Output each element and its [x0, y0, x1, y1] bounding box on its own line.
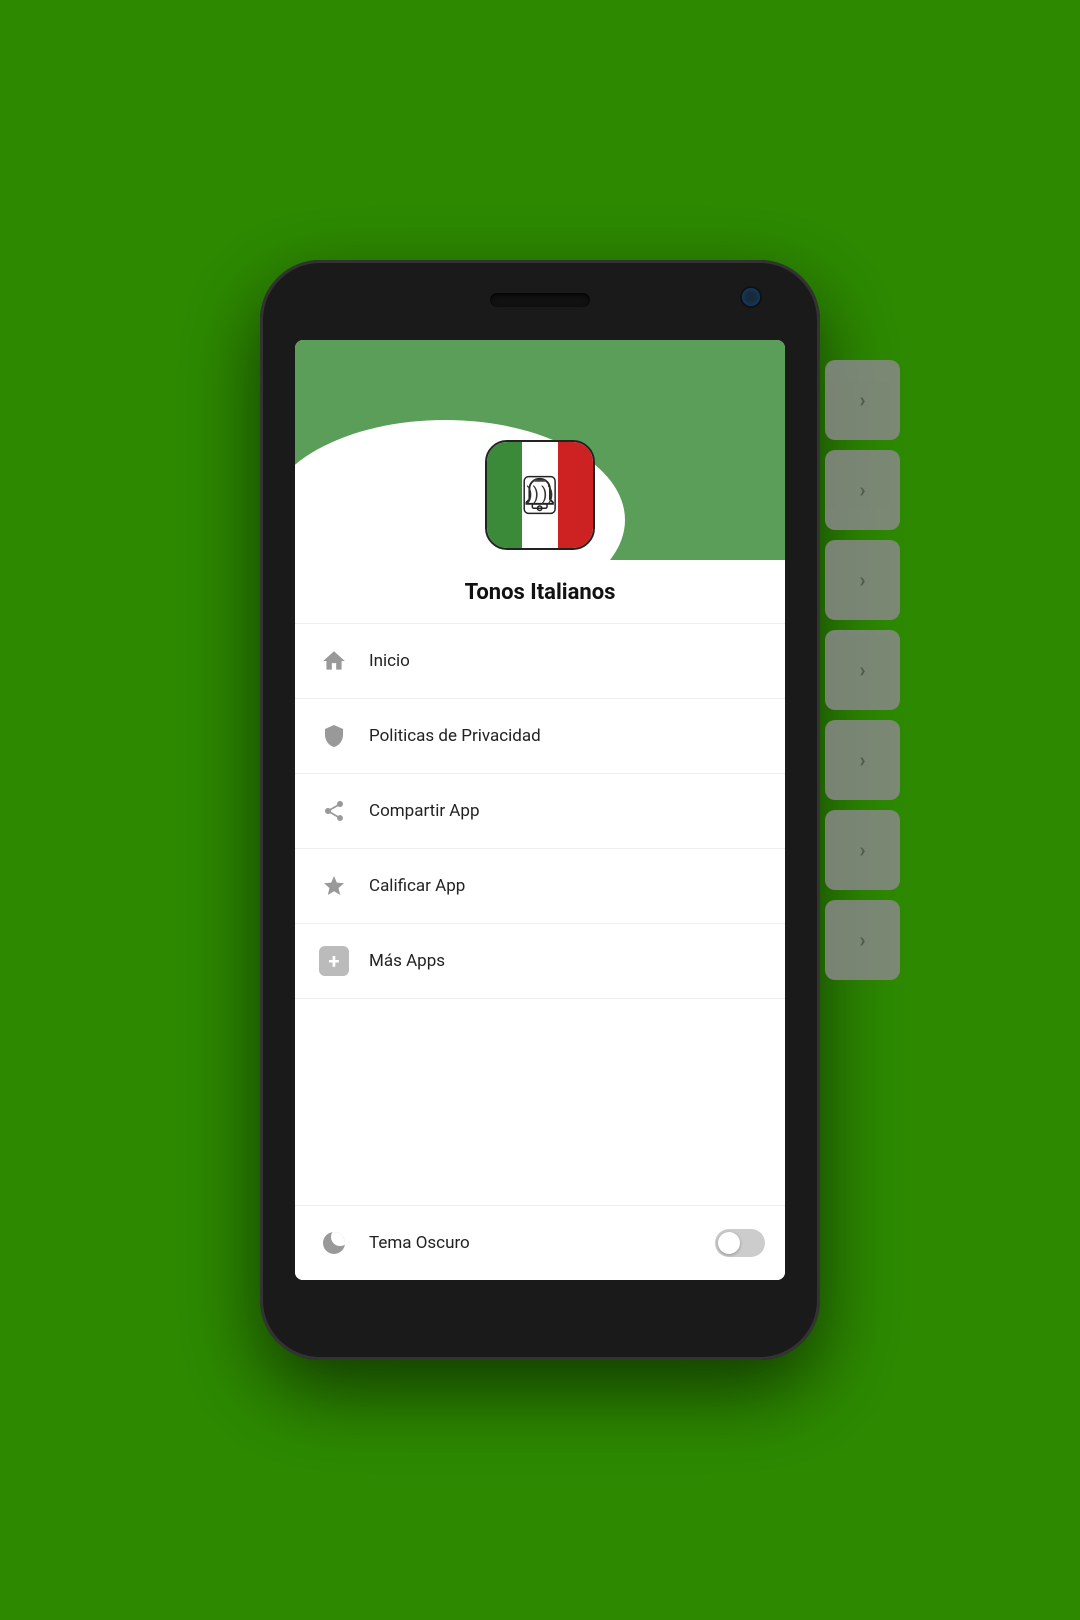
moon-icon-shape — [323, 1232, 345, 1254]
app-icon: )) )) — [485, 440, 595, 550]
side-card-7[interactable]: › — [825, 900, 900, 980]
menu-label-mas-apps: Más Apps — [369, 951, 765, 971]
menu-item-calificar[interactable]: Calificar App — [295, 849, 785, 924]
menu-item-privacidad[interactable]: Politicas de Privacidad — [295, 699, 785, 774]
side-card-arrow-4: › — [859, 658, 865, 682]
menu-label-calificar: Calificar App — [369, 876, 765, 896]
home-icon — [315, 642, 353, 680]
app-icon-container: )) )) — [485, 440, 595, 550]
icon-left-green — [487, 442, 522, 548]
plus-icon-box: + — [319, 946, 349, 976]
share-icon — [315, 792, 353, 830]
screen-header: )) )) — [295, 340, 785, 560]
side-card-2[interactable]: › — [825, 450, 900, 530]
speaker — [490, 293, 590, 307]
phone-device: )) )) — [260, 260, 820, 1360]
phone-lines-left: )) — [526, 486, 539, 504]
app-title: Tonos Italianos — [295, 570, 785, 624]
menu-label-compartir: Compartir App — [369, 801, 765, 821]
moon-icon — [315, 1224, 353, 1262]
side-card-6[interactable]: › — [825, 810, 900, 890]
camera — [742, 288, 760, 306]
side-card-1[interactable]: › — [825, 360, 900, 440]
plus-icon: + — [315, 942, 353, 980]
phone-screen: )) )) — [295, 340, 785, 1280]
tema-oscuro-toggle[interactable] — [715, 1229, 765, 1257]
side-card-arrow-2: › — [859, 478, 865, 502]
menu-list: Inicio Politicas de Privacidad — [295, 624, 785, 1280]
menu-item-inicio[interactable]: Inicio — [295, 624, 785, 699]
side-cards: › › › › › › › — [825, 360, 900, 980]
phone-lines-right: )) — [541, 486, 554, 504]
menu-item-mas-apps[interactable]: + Más Apps — [295, 924, 785, 999]
phone-top-bar — [260, 260, 820, 340]
side-card-arrow-7: › — [859, 928, 865, 952]
toggle-label-tema-oscuro: Tema Oscuro — [369, 1233, 715, 1253]
menu-label-privacidad: Politicas de Privacidad — [369, 726, 765, 746]
icon-right-red — [558, 442, 593, 548]
side-card-arrow-3: › — [859, 568, 865, 592]
side-card-arrow-5: › — [859, 748, 865, 772]
side-card-arrow-1: › — [859, 388, 865, 412]
icon-center-white: )) )) — [522, 442, 557, 548]
toggle-section-tema-oscuro[interactable]: Tema Oscuro — [295, 1205, 785, 1280]
shield-icon — [315, 717, 353, 755]
menu-item-compartir[interactable]: Compartir App — [295, 774, 785, 849]
star-icon — [315, 867, 353, 905]
side-card-3[interactable]: › — [825, 540, 900, 620]
side-card-5[interactable]: › — [825, 720, 900, 800]
side-card-arrow-6: › — [859, 838, 865, 862]
side-card-4[interactable]: › — [825, 630, 900, 710]
menu-label-inicio: Inicio — [369, 651, 765, 671]
screen-content: Tonos Italianos Inicio — [295, 560, 785, 1280]
